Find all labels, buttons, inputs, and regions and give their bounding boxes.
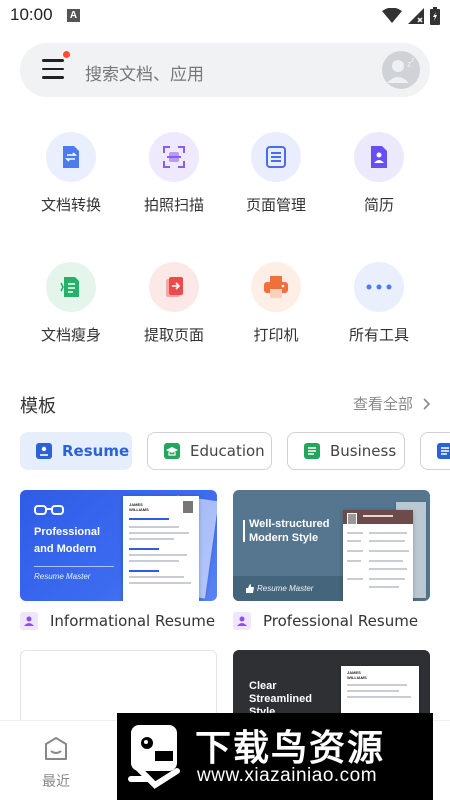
watermark-title: 下载鸟资源 — [195, 728, 386, 769]
chip-label: Business — [330, 442, 397, 460]
cell-signal-icon — [408, 8, 424, 24]
chip-resume[interactable]: Resume — [20, 432, 132, 470]
extract-page-icon — [166, 277, 183, 297]
thumb-subtitle: Resume Master — [257, 584, 314, 593]
menu-icon[interactable] — [42, 59, 64, 81]
thumb-headline-2: and Modern — [34, 543, 97, 555]
view-all-label: 查看全部 — [352, 395, 413, 413]
thumb-accent-bar — [243, 520, 245, 542]
tool-printer-circle — [251, 262, 301, 312]
chip-label: Resume — [62, 442, 130, 460]
battery-icon — [430, 7, 440, 25]
document-category-icon — [437, 443, 450, 459]
resume-category-icon — [36, 443, 52, 459]
doc-name-2: WILLIAMS — [129, 507, 149, 512]
tool-scan-circle — [149, 132, 199, 182]
nav-recent[interactable]: 最近 — [38, 735, 74, 791]
tool-label: 文档瘦身 — [40, 326, 101, 344]
thumbs-up-icon — [246, 584, 254, 593]
slim-doc-icon — [60, 277, 79, 297]
chip-more[interactable] — [420, 432, 450, 470]
view-all-link[interactable]: 查看全部 — [353, 393, 430, 414]
tool-convert[interactable]: 文档转换 — [19, 132, 123, 215]
tool-label: 拍照扫描 — [143, 196, 204, 214]
template-category-chips: Resume Education Business — [20, 432, 450, 472]
tool-label: 文档转换 — [40, 196, 101, 214]
resume-icon — [371, 146, 387, 168]
template-card-informational[interactable]: Professional and Modern Resume Master JA… — [20, 490, 217, 601]
tool-resume-circle — [354, 132, 404, 182]
chip-label: Education — [190, 442, 265, 460]
notification-dot — [63, 51, 70, 58]
resume-paper-preview — [343, 510, 413, 601]
tool-printer[interactable]: 打印机 — [224, 262, 328, 345]
recent-icon — [45, 737, 67, 760]
tool-all-circle — [354, 262, 404, 312]
tool-extract[interactable]: 提取页面 — [122, 262, 226, 345]
status-time: 10:00 — [10, 5, 53, 24]
business-category-icon — [304, 443, 320, 459]
glasses-icon — [34, 505, 64, 515]
search-bar[interactable]: 搜索文档、应用 z z — [20, 43, 430, 97]
chip-business[interactable]: Business — [287, 432, 405, 470]
page-manage-icon — [266, 146, 286, 168]
tool-label: 打印机 — [253, 326, 299, 344]
wifi-icon — [382, 8, 402, 23]
tool-page-manage-circle — [251, 132, 301, 182]
scan-icon — [163, 146, 185, 168]
more-icon — [366, 284, 392, 290]
templates-title: 模板 — [20, 396, 56, 417]
tool-page-manage[interactable]: 页面管理 — [224, 132, 328, 215]
tool-label: 提取页面 — [143, 326, 204, 344]
tool-label: 页面管理 — [245, 196, 306, 214]
thumb-headline-2: Modern Style — [249, 532, 319, 544]
tool-slim-circle — [46, 262, 96, 312]
tool-scan[interactable]: 拍照扫描 — [122, 132, 226, 215]
status-icons — [382, 6, 440, 26]
card-caption-informational[interactable]: Informational Resume — [20, 612, 215, 630]
photo-placeholder — [183, 501, 193, 513]
card-caption-professional[interactable]: Professional Resume — [233, 612, 418, 630]
tool-label: 简历 — [363, 196, 394, 214]
bird-logo-icon — [128, 725, 180, 789]
avatar-placeholder-icon: z z — [387, 57, 415, 83]
notification-icon: A — [67, 9, 80, 22]
thumb-divider — [34, 566, 114, 567]
nav-recent-label: 最近 — [42, 774, 70, 790]
thumb-headline-1: Professional — [34, 526, 101, 538]
chevron-right-icon — [423, 397, 430, 410]
tool-resume[interactable]: 简历 — [327, 132, 431, 215]
tool-slim[interactable]: 文档瘦身 — [19, 262, 123, 345]
card-title: Informational Resume — [50, 612, 216, 630]
education-category-icon — [164, 443, 180, 459]
resume-template-icon — [20, 612, 38, 630]
status-bar: 10:00 A — [0, 0, 450, 34]
tool-label: 所有工具 — [348, 326, 409, 344]
card-title: Professional Resume — [263, 612, 419, 630]
printer-icon — [264, 276, 288, 298]
resume-template-icon — [233, 612, 251, 630]
photo-placeholder — [347, 513, 357, 525]
thumb-subtitle: Resume Master — [34, 572, 91, 581]
watermark-url: www.xiazainiao.com — [197, 765, 378, 786]
tool-convert-circle — [46, 132, 96, 182]
chip-education[interactable]: Education — [147, 432, 272, 470]
convert-doc-icon — [63, 146, 79, 168]
resume-paper-preview: JAMES WILLIAMS — [123, 496, 199, 601]
watermark-overlay: 下载鸟资源 www.xiazainiao.com — [117, 713, 433, 800]
tool-all[interactable]: 所有工具 — [327, 262, 431, 345]
tool-extract-circle — [149, 262, 199, 312]
doc-name-2: WILLIAMS — [347, 675, 367, 680]
avatar[interactable]: z z — [382, 51, 420, 89]
search-input[interactable]: 搜索文档、应用 — [85, 60, 204, 85]
svg-text:z: z — [411, 57, 415, 64]
template-card-professional[interactable]: Well-structured Modern Style Resume Mast… — [233, 490, 430, 601]
